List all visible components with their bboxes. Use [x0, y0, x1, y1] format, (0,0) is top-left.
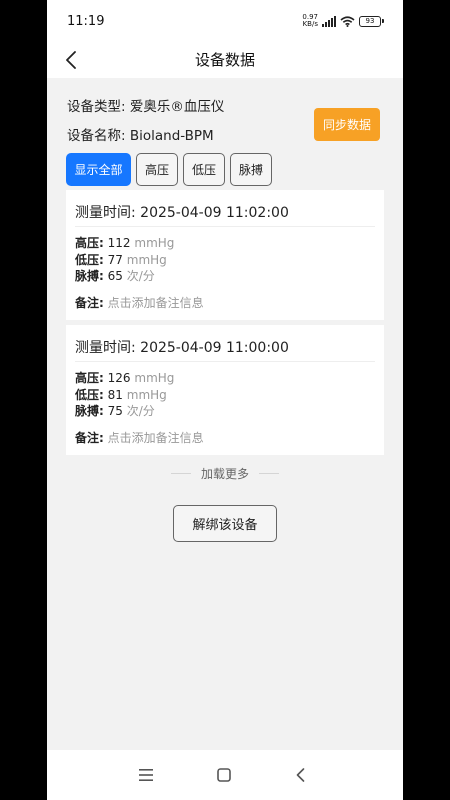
record-card[interactable]: 测量时间: 2025-04-09 11:02:00 高压: 112 mmHg 低… [66, 190, 384, 320]
sync-data-button[interactable]: 同步数据 [314, 108, 380, 141]
load-more[interactable]: 加载更多 [47, 464, 403, 482]
systolic-label: 高压: [75, 236, 104, 250]
load-more-divider-right [259, 472, 279, 474]
pulse-row: 脉搏: 65 次/分 [75, 268, 174, 285]
note-label: 备注: [75, 431, 104, 445]
battery-icon: 93 [359, 15, 384, 27]
record-list: 测量时间: 2025-04-09 11:02:00 高压: 112 mmHg 低… [66, 190, 384, 455]
record-metrics: 高压: 112 mmHg 低压: 77 mmHg 脉搏: 65 次/分 [75, 235, 174, 285]
pulse-label: 脉搏: [75, 269, 104, 283]
wifi-icon [340, 15, 355, 27]
record-divider [75, 226, 375, 227]
record-card[interactable]: 测量时间: 2025-04-09 11:00:00 高压: 126 mmHg 低… [66, 325, 384, 455]
filter-diastolic-button[interactable]: 低压 [183, 153, 225, 186]
record-time: 测量时间: 2025-04-09 11:00:00 [75, 340, 289, 356]
note-row[interactable]: 备注: 点击添加备注信息 [75, 429, 204, 446]
diastolic-unit: mmHg [126, 252, 167, 267]
status-bar: 11:19 0.97 KB/s 93 [47, 0, 403, 42]
systolic-row: 高压: 126 mmHg [75, 370, 174, 387]
filter-bar: 显示全部 高压 低压 脉搏 [66, 153, 272, 186]
systolic-unit: mmHg [134, 236, 175, 250]
filter-show-all-button[interactable]: 显示全部 [66, 153, 131, 186]
pulse-label: 脉搏: [75, 404, 104, 418]
systolic-unit: mmHg [134, 371, 175, 385]
system-back-button[interactable] [285, 760, 315, 790]
pulse-unit: 次/分 [126, 404, 155, 418]
system-back-icon [296, 768, 304, 782]
device-type: 设备类型: 爱奥乐®血压仪 [67, 99, 225, 115]
note-label: 备注: [75, 296, 104, 310]
systolic-label: 高压: [75, 371, 104, 385]
home-button[interactable] [209, 760, 239, 790]
page-title: 设备数据 [194, 51, 255, 69]
nav-bar: 设备数据 [47, 42, 403, 78]
note-placeholder[interactable]: 点击添加备注信息 [108, 431, 204, 445]
status-indicators: 0.97 KB/s 93 [302, 14, 384, 28]
diastolic-label: 低压: [75, 252, 104, 267]
filter-systolic-button[interactable]: 高压 [136, 153, 178, 186]
diastolic-value: 77 [107, 252, 123, 267]
filter-pulse-button[interactable]: 脉搏 [230, 153, 272, 186]
pulse-value: 75 [107, 404, 123, 418]
load-more-label[interactable]: 加载更多 [201, 465, 249, 482]
load-more-divider-left [170, 472, 191, 474]
record-divider [75, 361, 375, 362]
systolic-value: 126 [107, 371, 131, 385]
note-row[interactable]: 备注: 点击添加备注信息 [75, 294, 204, 311]
diastolic-label: 低压: [75, 387, 104, 402]
main-content: 设备类型: 爱奥乐®血压仪 设备名称: Bioland-BPM 同步数据 显示全… [47, 78, 403, 750]
home-square-icon [217, 768, 231, 782]
network-speed: 0.97 KB/s [302, 14, 318, 28]
record-metrics: 高压: 126 mmHg 低压: 81 mmHg 脉搏: 75 次/分 [75, 370, 174, 420]
pulse-unit: 次/分 [126, 269, 155, 283]
system-nav-bar [47, 750, 403, 800]
diastolic-row: 低压: 81 mmHg [75, 387, 174, 404]
signal-icon [322, 15, 336, 27]
systolic-row: 高压: 112 mmHg [75, 235, 174, 252]
pulse-row: 脉搏: 75 次/分 [75, 403, 174, 420]
note-placeholder[interactable]: 点击添加备注信息 [108, 296, 204, 310]
device-name: 设备名称: Bioland-BPM [67, 128, 214, 144]
network-speed-unit: KB/s [302, 20, 318, 28]
unbind-device-button[interactable]: 解绑该设备 [173, 505, 277, 542]
systolic-value: 112 [107, 236, 131, 250]
pulse-value: 65 [107, 269, 123, 283]
diastolic-value: 81 [107, 387, 123, 402]
diastolic-unit: mmHg [126, 387, 167, 402]
phone-screen: 11:19 0.97 KB/s 93 设备数据 设备类型: 爱奥乐®血压仪 设备… [47, 0, 403, 800]
diastolic-row: 低压: 77 mmHg [75, 252, 174, 269]
menu-icon [139, 769, 153, 781]
status-time: 11:19 [67, 14, 105, 29]
menu-button[interactable] [131, 760, 161, 790]
record-time: 测量时间: 2025-04-09 11:02:00 [75, 205, 289, 221]
